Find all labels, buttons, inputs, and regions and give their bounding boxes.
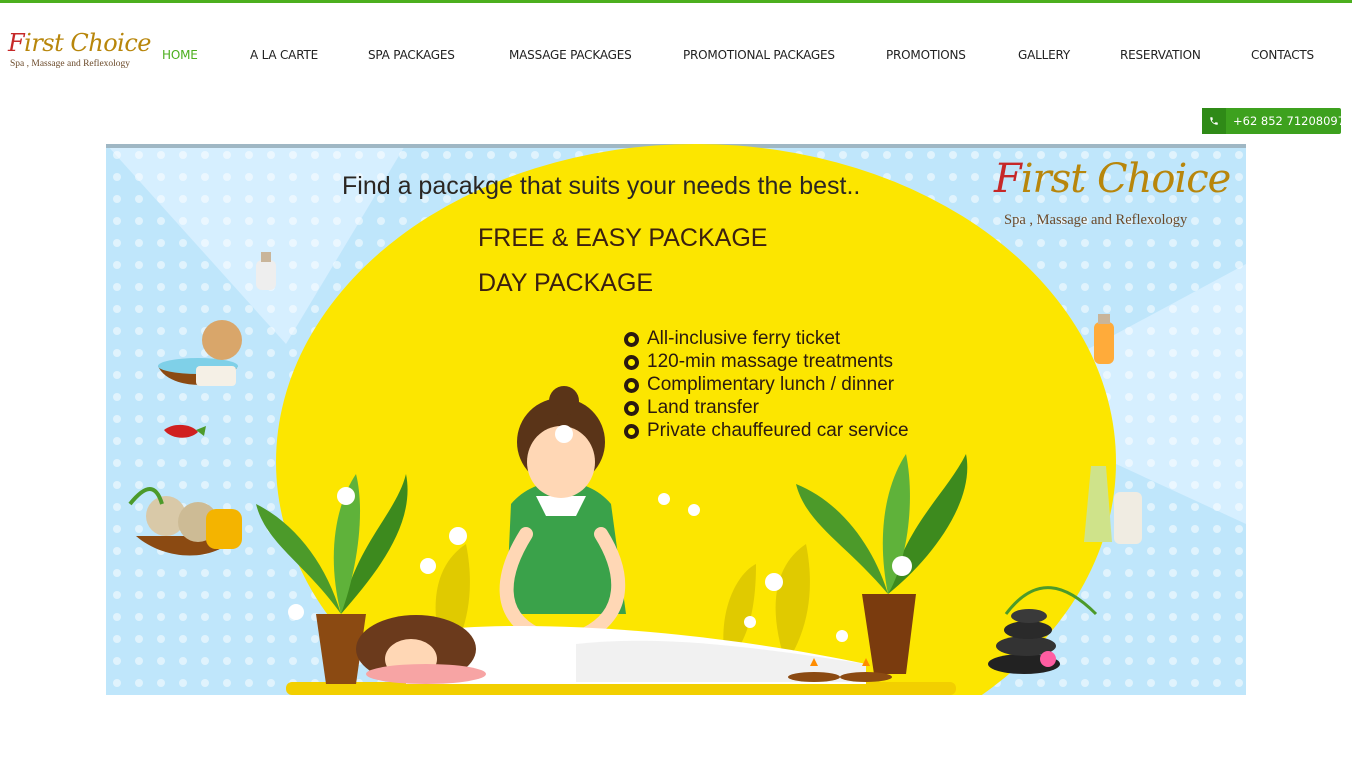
feature-item: 120-min massage treatments [624, 351, 909, 374]
phone-contact-button[interactable]: +62 852 71208097 [1202, 108, 1345, 134]
bullet-icon [624, 378, 639, 393]
banner-logo-first-letter: F [994, 156, 1022, 202]
package-line-free-easy: FREE & EASY PACKAGE [478, 224, 768, 252]
nav-item-home[interactable]: HOME [162, 48, 198, 62]
bullet-icon [624, 424, 639, 439]
nav-item-massage-packages[interactable]: MASSAGE PACKAGES [509, 48, 632, 62]
main-navigation: HOME A LA CARTE SPA PACKAGES MASSAGE PAC… [0, 48, 1352, 68]
nav-item-gallery[interactable]: GALLERY [1018, 48, 1070, 62]
phone-icon [1202, 108, 1226, 134]
bullet-icon [624, 355, 639, 370]
nav-item-promotional-packages[interactable]: PROMOTIONAL PACKAGES [683, 48, 835, 62]
feature-item: Private chauffeured car service [624, 420, 909, 443]
nav-item-promotions[interactable]: PROMOTIONS [886, 48, 966, 62]
bullet-icon [624, 401, 639, 416]
banner-logo: First Choice Spa , Massage and Reflexolo… [990, 156, 1232, 236]
site-header: First Choice Spa , Massage and Reflexolo… [0, 3, 1352, 103]
feature-text: Complimentary lunch / dinner [647, 374, 895, 395]
package-feature-list: All-inclusive ferry ticket 120-min massa… [624, 328, 909, 443]
feature-text: 120-min massage treatments [647, 351, 894, 372]
package-line-day: DAY PACKAGE [478, 269, 654, 297]
feature-item: Land transfer [624, 397, 909, 420]
nav-item-a-la-carte[interactable]: A LA CARTE [250, 48, 318, 62]
feature-item: Complimentary lunch / dinner [624, 374, 909, 397]
feature-text: All-inclusive ferry ticket [647, 328, 841, 349]
bullet-icon [624, 332, 639, 347]
feature-item: All-inclusive ferry ticket [624, 328, 909, 351]
nav-item-spa-packages[interactable]: SPA PACKAGES [368, 48, 455, 62]
nav-item-contacts[interactable]: CONTACTS [1251, 48, 1314, 62]
phone-number: +62 852 71208097 [1233, 114, 1346, 128]
feature-text: Land transfer [647, 397, 759, 418]
nav-item-reservation[interactable]: RESERVATION [1120, 48, 1201, 62]
banner-logo-tagline: Spa , Massage and Reflexology [1004, 212, 1188, 228]
banner-headline: Find a pacakge that suits your needs the… [342, 172, 861, 200]
feature-text: Private chauffeured car service [647, 420, 909, 441]
banner-logo-name: irst Choice [1020, 156, 1232, 202]
banner-logo-wordmark: First Choice [994, 156, 1232, 202]
hero-banner: Find a pacakge that suits your needs the… [106, 144, 1246, 695]
